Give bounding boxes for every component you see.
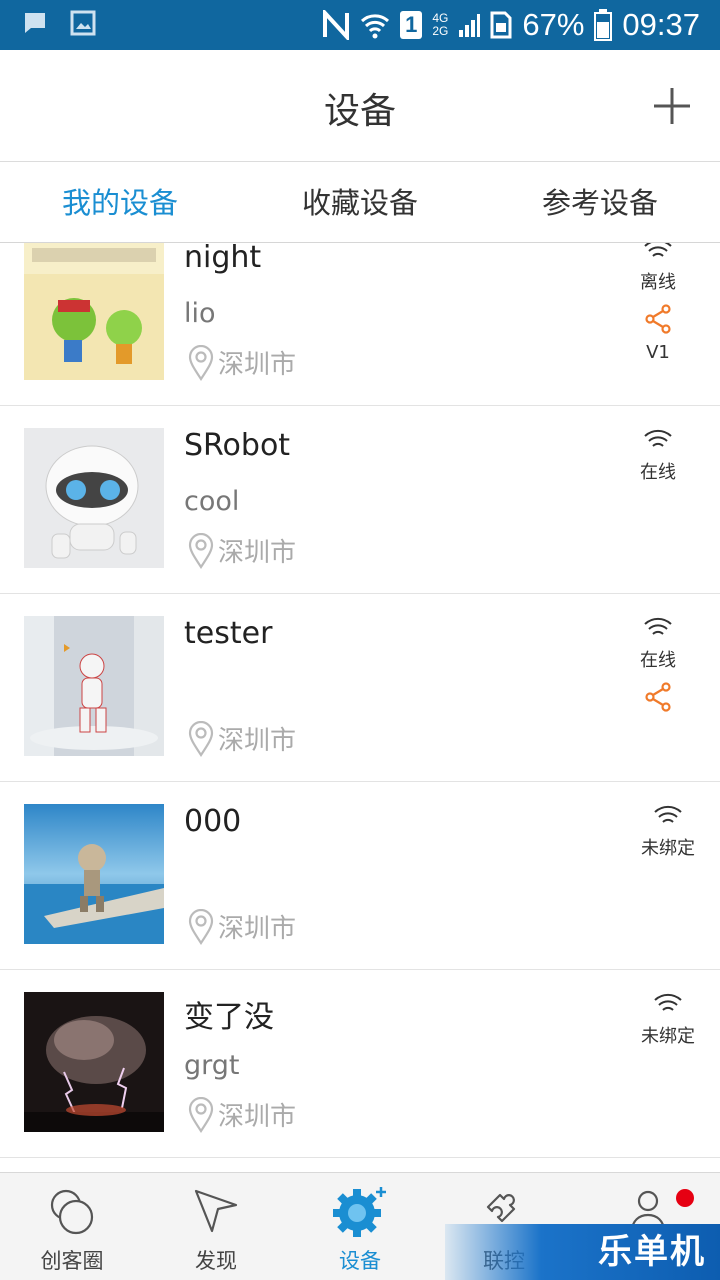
add-device-button[interactable] [652, 86, 692, 126]
battery-percent: 67% [522, 7, 585, 42]
device-status: 在线 [618, 428, 698, 484]
sim-card-icon [490, 11, 512, 39]
navigation-arrow-icon [194, 1189, 238, 1233]
nav-devices[interactable]: 设备 [288, 1173, 432, 1280]
device-description: grgt [184, 1050, 240, 1081]
device-thumbnail [24, 804, 164, 944]
circles-icon [50, 1189, 94, 1235]
chat-icon [25, 13, 45, 33]
device-status: 未绑定 [628, 804, 708, 860]
status-bar: 1 4G 2G 67% 09:37 [0, 0, 720, 50]
device-location: 深圳市 [188, 532, 296, 569]
image-icon [70, 10, 96, 36]
location-pin-icon [188, 344, 214, 381]
share-icon[interactable] [644, 682, 672, 712]
location-pin-icon [188, 908, 214, 945]
wifi-icon [644, 429, 672, 447]
nav-maker-circle[interactable]: 创客圈 [0, 1173, 144, 1280]
device-tabs: 我的设备 收藏设备 参考设备 [0, 163, 720, 243]
page-title: 设备 [323, 91, 396, 132]
nav-discover[interactable]: 发现 [144, 1173, 288, 1280]
location-pin-icon [188, 1096, 214, 1133]
device-row[interactable]: night lio 深圳市 离线 V1 [0, 243, 720, 406]
device-row[interactable]: 变了没 grgt 深圳市 未绑定 [0, 970, 720, 1158]
device-location: 深圳市 [188, 1096, 296, 1133]
share-icon[interactable] [644, 304, 672, 334]
wifi-icon [644, 617, 672, 635]
device-thumbnail [24, 992, 164, 1132]
device-name: 000 [184, 804, 242, 839]
device-row[interactable]: SRobot cool 深圳市 在线 [0, 406, 720, 594]
device-location: 深圳市 [188, 908, 296, 945]
device-description: cool [184, 486, 240, 517]
device-thumbnail [24, 428, 164, 568]
device-status: 未绑定 [628, 992, 708, 1048]
location-pin-icon [188, 720, 214, 757]
device-name: night [184, 243, 262, 275]
device-thumbnail [24, 616, 164, 756]
device-name: tester [184, 616, 273, 651]
gear-plus-icon [333, 1187, 386, 1237]
tab-favorite-devices[interactable]: 收藏设备 [240, 163, 480, 242]
device-thumbnail [24, 243, 164, 380]
wifi-icon [361, 14, 390, 39]
wifi-icon [644, 243, 672, 257]
tab-my-devices[interactable]: 我的设备 [0, 163, 240, 242]
device-row[interactable]: 000 深圳市 未绑定 [0, 782, 720, 970]
device-list: night lio 深圳市 离线 V1 SRobot cool 深圳市 在线 t… [0, 243, 720, 1171]
device-description: lio [184, 298, 216, 329]
device-row[interactable]: tester 深圳市 在线 [0, 594, 720, 782]
battery-icon [594, 9, 613, 41]
device-name: SRobot [184, 428, 291, 463]
signal-icon [459, 14, 481, 37]
device-status: 离线 V1 [618, 243, 698, 363]
clock: 09:37 [622, 7, 700, 42]
sim-icon: 1 [400, 11, 423, 39]
location-pin-icon [188, 532, 214, 569]
wifi-icon [654, 993, 682, 1011]
device-status: 在线 [618, 616, 698, 712]
tab-reference-devices[interactable]: 参考设备 [480, 163, 720, 242]
title-bar: 设备 [0, 50, 720, 162]
device-location: 深圳市 [188, 720, 296, 757]
notification-badge [676, 1189, 694, 1207]
watermark-logo: 乐单机 [445, 1224, 720, 1280]
nfc-icon [323, 10, 350, 40]
device-location: 深圳市 [188, 344, 296, 381]
device-version: V1 [646, 342, 670, 363]
wifi-icon [654, 805, 682, 823]
network-type: 4G 2G [432, 11, 449, 38]
device-name: 变了没 [184, 1000, 274, 1035]
